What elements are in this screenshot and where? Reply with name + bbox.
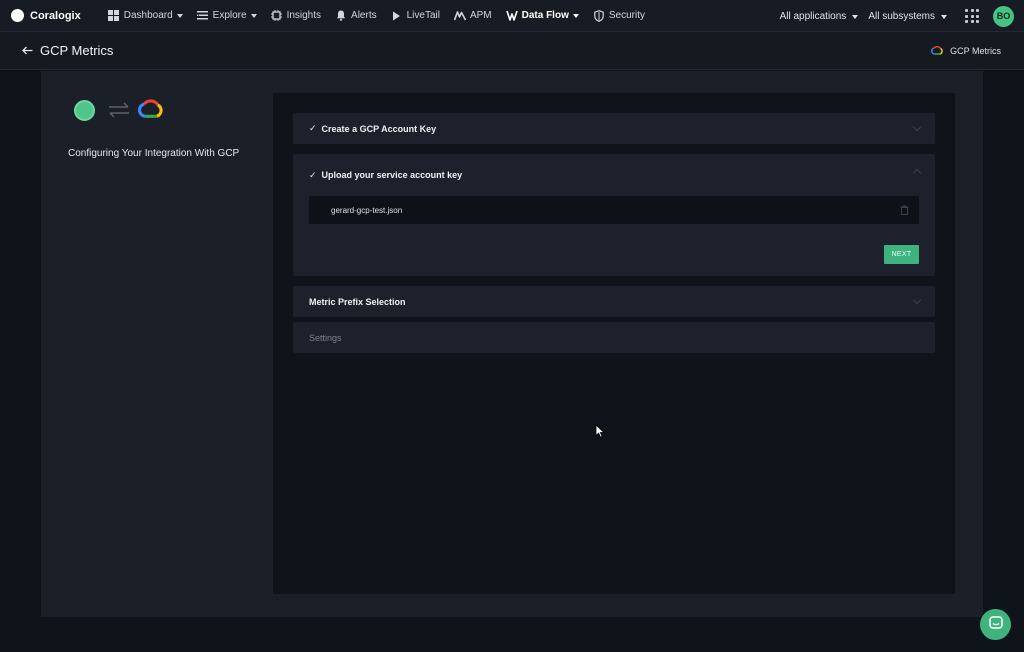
nav-item-label: LiveTail [406,10,440,21]
nav-item-label: Dashboard [123,10,173,21]
step-header[interactable]: ✓ Create a GCP Account Key [293,113,935,144]
explore-icon [197,10,209,22]
page-title: GCP Metrics [40,43,114,58]
chevron-down-icon [941,14,947,19]
integration-panel: Configuring Your Integration With GCP ✓ … [41,71,983,617]
chevron-down-icon [176,14,183,18]
chevron-down-icon [912,122,922,132]
data-flow-icon [505,10,518,22]
back-arrow-icon[interactable] [22,43,36,58]
nav-item-insights[interactable]: Insights [264,0,328,32]
check-icon: ✓ [309,169,317,180]
step-header[interactable]: ✓ Upload your service account key [293,154,935,196]
gcp-logo-icon [931,45,943,57]
subsystems-label: All subsystems [868,10,935,22]
config-title: Configuring Your Integration With GCP [68,148,240,159]
integration-summary: Configuring Your Integration With GCP [41,71,273,617]
app-grid-icon[interactable] [965,9,979,23]
top-navigation: Coralogix Dashboard Explore Insights Ale… [0,0,1024,32]
apm-icon [453,10,466,22]
subsystems-selector[interactable]: All subsystems [868,11,947,22]
chevron-down-icon [912,295,922,305]
chat-icon [988,616,1003,633]
status-indicator [74,100,95,121]
mouse-cursor-icon [595,424,605,438]
uploaded-file: gerard-gcp-test.json [309,196,919,224]
nav-item-label: Insights [286,10,322,21]
dashboard-icon [108,10,120,22]
nav-item-label: APM [469,10,492,21]
nav-item-label: Security [608,10,645,21]
step-title: Upload your service account key [321,170,463,180]
step-upload-service-account-key: ✓ Upload your service account key gerard… [293,154,935,276]
applications-label: All applications [779,10,847,22]
integration-label: GCP Metrics [950,46,1001,56]
nav-right: All applications All subsystems BO [780,0,1024,32]
nav-item-label: Data Flow [521,10,569,21]
step-create-account-key: ✓ Create a GCP Account Key [293,113,935,144]
nav-item-alerts[interactable]: Alerts [328,0,384,32]
play-icon [391,10,403,22]
chevron-down-icon [250,14,257,18]
nav-item-dashboard[interactable]: Dashboard [101,0,190,32]
page-header: GCP Metrics GCP Metrics [0,32,1024,70]
step-header[interactable]: Metric Prefix Selection [293,286,935,317]
bell-icon [335,10,347,22]
nav-item-label: Explore [212,10,247,21]
next-button[interactable]: NEXT [884,245,919,264]
file-name: gerard-gcp-test.json [331,205,403,215]
nav-item-apm[interactable]: APM [447,0,499,32]
nav-item-explore[interactable]: Explore [190,0,264,32]
step-metric-prefix-selection: Metric Prefix Selection [293,286,935,317]
chevron-down-icon [852,14,859,19]
nav-item-security[interactable]: Security [586,0,652,32]
nav-item-data-flow[interactable]: Data Flow [499,0,586,32]
integration-badge: GCP Metrics [931,32,1001,70]
check-icon: ✓ [309,123,317,133]
shield-icon [593,9,605,22]
chat-support-button[interactable] [980,609,1011,640]
delete-icon[interactable] [900,205,909,215]
steps-panel: ✓ Create a GCP Account Key ✓ Upload your… [273,93,955,594]
step-header: Settings [293,322,935,353]
step-title: Create a GCP Account Key [321,123,437,134]
insights-icon [271,10,283,22]
coralogix-logo-icon [11,9,24,22]
swap-arrows-icon [108,100,130,120]
nav-item-livetail[interactable]: LiveTail [384,0,447,32]
step-title: Metric Prefix Selection [309,296,406,307]
chevron-up-icon [912,168,922,178]
step-settings: Settings [293,322,935,353]
brand-name: Coralogix [30,9,81,22]
step-title: Settings [309,332,342,343]
chevron-down-icon [572,14,579,18]
avatar[interactable]: BO [993,5,1014,27]
applications-selector[interactable]: All applications [780,11,859,22]
brand[interactable]: Coralogix [11,9,81,22]
nav-item-label: Alerts [351,10,377,21]
gcp-logo-icon [137,99,163,121]
